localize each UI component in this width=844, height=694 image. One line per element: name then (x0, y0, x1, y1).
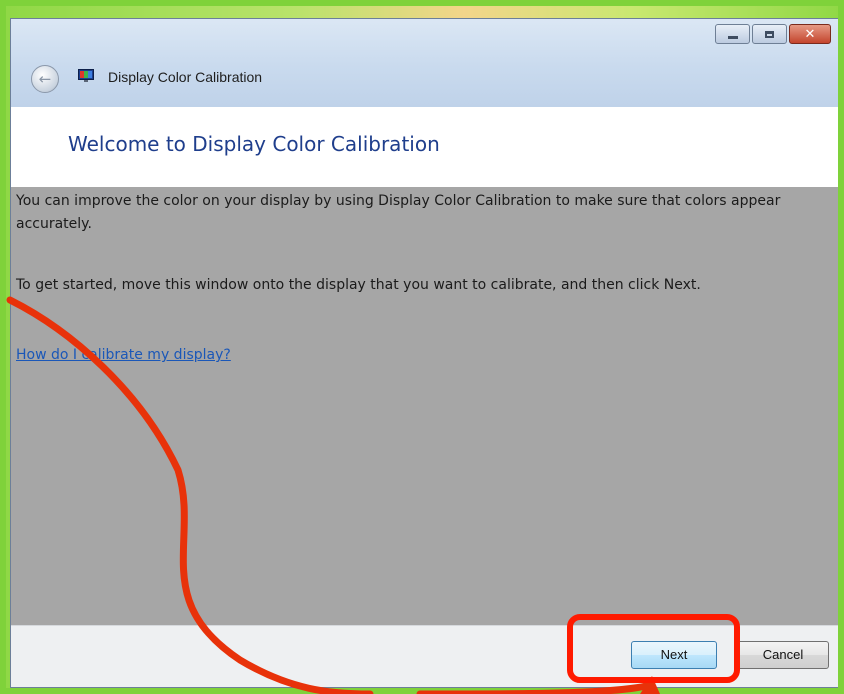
close-button[interactable]: ✕ (789, 24, 831, 44)
instruction-text: To get started, move this window onto th… (16, 277, 701, 293)
intro-text: You can improve the color on your displa… (16, 193, 781, 232)
display-icon (78, 69, 94, 82)
back-button[interactable]: ← (31, 65, 59, 93)
help-link[interactable]: How do I calibrate my display? (16, 347, 231, 363)
cancel-button[interactable]: Cancel (737, 641, 829, 669)
close-icon: ✕ (804, 26, 816, 42)
content-area: You can improve the color on your displa… (11, 187, 839, 625)
window-title: Display Color Calibration (108, 69, 263, 85)
page-header: Welcome to Display Color Calibration (11, 107, 839, 187)
minimize-icon (727, 35, 738, 39)
minimize-button[interactable] (715, 24, 750, 44)
calibration-window: ✕ ← Display Color Calibration Welcome to… (10, 18, 840, 688)
maximize-button[interactable] (752, 24, 787, 44)
caption-buttons: ✕ (713, 24, 831, 44)
next-button[interactable]: Next (631, 641, 717, 669)
back-arrow-icon: ← (38, 69, 52, 88)
button-bar: Next Cancel (11, 625, 839, 687)
maximize-icon (765, 30, 774, 38)
page-title: Welcome to Display Color Calibration (68, 132, 440, 156)
title-bar[interactable]: ✕ ← Display Color Calibration (11, 19, 839, 107)
